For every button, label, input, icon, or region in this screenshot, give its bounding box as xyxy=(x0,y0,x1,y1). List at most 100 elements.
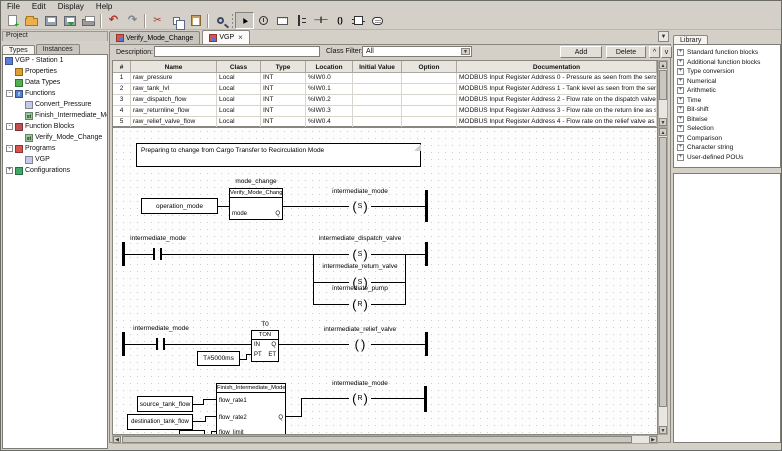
cell-location[interactable]: %IW0.0 xyxy=(306,73,353,84)
pin-et[interactable]: ET xyxy=(268,352,276,358)
paste-button[interactable] xyxy=(186,12,205,29)
col-option[interactable]: Option xyxy=(402,61,457,73)
library-item-numerical[interactable]: + Numerical xyxy=(674,77,780,87)
expand-icon[interactable]: + xyxy=(677,49,684,57)
contact[interactable] xyxy=(156,338,158,350)
right-power-rail[interactable] xyxy=(424,386,427,412)
cell-class[interactable]: Local xyxy=(217,106,261,117)
chevron-down-icon[interactable]: ▼ xyxy=(461,48,470,55)
variable-box-operation-mode[interactable]: operation_mode xyxy=(141,198,218,214)
description-input[interactable] xyxy=(154,46,320,57)
right-power-rail[interactable] xyxy=(425,332,428,356)
cell-type[interactable]: INT xyxy=(261,73,306,84)
cell-doc[interactable]: MODBUS Input Register Address 2 - Flow r… xyxy=(457,95,657,106)
block-finish-intermediate-mode[interactable]: Finish_Intermediate_Mode flow_rate1 flow… xyxy=(216,383,286,434)
library-item-bitwise[interactable]: + Bitwise xyxy=(674,115,780,125)
scrollbar-thumb[interactable] xyxy=(122,436,632,443)
redo-button[interactable]: ↷ xyxy=(123,12,142,29)
set-coil-intermediate-mode[interactable]: S xyxy=(349,199,371,213)
cell-name[interactable]: raw_tank_lvl xyxy=(131,84,217,95)
tree-item-function-blocks[interactable]: - Function Blocks xyxy=(3,121,107,132)
block-ton-timer[interactable]: TON IN Q PT ET xyxy=(251,330,279,362)
contact-tool-button[interactable]: ⊣⊢ xyxy=(311,12,330,29)
tab-list-chevron-button[interactable]: ▼ xyxy=(658,31,669,42)
scroll-down-icon[interactable]: ▼ xyxy=(659,118,667,126)
canvas-horizontal-scrollbar[interactable]: ◀ ▶ xyxy=(112,435,658,444)
cell-location[interactable]: %IW0.3 xyxy=(306,106,353,117)
contact[interactable] xyxy=(153,248,155,260)
library-item-character-string[interactable]: + Character string xyxy=(674,143,780,153)
library-item-time[interactable]: + Time xyxy=(674,96,780,106)
collapse-icon[interactable]: - xyxy=(6,123,13,130)
expand-icon[interactable]: + xyxy=(677,77,684,85)
scroll-up-icon[interactable]: ▲ xyxy=(659,61,667,69)
right-power-rail[interactable] xyxy=(425,190,428,222)
print-button[interactable] xyxy=(79,12,98,29)
variable-box-destination-tank-flow[interactable]: destination_tank_flow xyxy=(127,414,193,430)
cell-initial[interactable] xyxy=(353,106,402,117)
table-row[interactable]: 4 raw_returnline_flow Local INT %IW0.3 M… xyxy=(113,106,657,117)
tree-item-root[interactable]: VGP - Station 1 xyxy=(3,55,107,66)
scroll-down-icon[interactable]: ▼ xyxy=(659,426,667,434)
undo-button[interactable]: ↶ xyxy=(104,12,123,29)
cell-name[interactable]: raw_returnline_flow xyxy=(131,106,217,117)
cell-name[interactable]: raw_pressure xyxy=(131,73,217,84)
cell-type[interactable]: INT xyxy=(261,84,306,95)
cell-initial[interactable] xyxy=(353,73,402,84)
table-row[interactable]: 1 raw_pressure Local INT %IW0.0 MODBUS I… xyxy=(113,73,657,84)
library-item-additional-function-blocks[interactable]: + Additional function blocks xyxy=(674,58,780,68)
expand-icon[interactable]: + xyxy=(6,167,13,174)
scroll-right-icon[interactable]: ▶ xyxy=(649,436,657,443)
add-variable-button[interactable]: Add xyxy=(560,46,602,58)
search-button[interactable] xyxy=(211,12,230,29)
cell-class[interactable]: Local xyxy=(217,84,261,95)
tree-item-functions[interactable]: - f Functions xyxy=(3,88,107,99)
pin-q[interactable]: Q xyxy=(271,342,276,348)
tree-item-properties[interactable]: Properties xyxy=(3,66,107,77)
menu-display[interactable]: Display xyxy=(52,2,90,11)
variable-box-source-tank-flow[interactable]: source_tank_flow xyxy=(137,396,193,412)
expand-icon[interactable]: + xyxy=(677,106,684,114)
col-initial-value[interactable]: Initial Value xyxy=(353,61,402,73)
tree-item-convert-pressure[interactable]: Convert_Pressure xyxy=(3,99,107,110)
tab-vgp[interactable]: VGP × xyxy=(202,30,250,44)
open-button[interactable] xyxy=(22,12,41,29)
library-item-arithmetic[interactable]: + Arithmetic xyxy=(674,86,780,96)
cell-location[interactable]: %IW0.2 xyxy=(306,95,353,106)
pin-flow-rate1[interactable]: flow_rate1 xyxy=(219,398,247,404)
select-tool-button[interactable]: ▲ xyxy=(235,12,254,29)
cell-option[interactable] xyxy=(402,73,457,84)
menu-help[interactable]: Help xyxy=(90,2,118,11)
expand-icon[interactable]: + xyxy=(677,134,684,142)
comment-tool-button[interactable] xyxy=(273,12,292,29)
new-file-button[interactable] xyxy=(3,12,22,29)
class-filter-dropdown[interactable]: All ▼ xyxy=(362,46,472,57)
cell-initial[interactable] xyxy=(353,95,402,106)
cell-doc[interactable]: MODBUS Input Register Address 3 - Flow r… xyxy=(457,106,657,117)
expand-icon[interactable]: + xyxy=(677,58,684,66)
cell-name[interactable]: raw_dispatch_flow xyxy=(131,95,217,106)
motion-tool-button[interactable] xyxy=(254,12,273,29)
close-tab-icon[interactable]: × xyxy=(238,33,243,42)
block-verify-mode-change[interactable]: Verify_Mode_Change mode Q xyxy=(229,188,283,220)
col-name[interactable]: Name xyxy=(131,61,217,73)
expand-icon[interactable]: + xyxy=(677,68,684,76)
tree-item-configurations[interactable]: + Configurations xyxy=(3,165,107,176)
cell-class[interactable]: Local xyxy=(217,95,261,106)
tab-verify-mode-change[interactable]: Verify_Mode_Change xyxy=(109,31,201,44)
pin-mode[interactable]: mode xyxy=(232,211,247,217)
right-power-rail[interactable] xyxy=(425,242,428,266)
cell-option[interactable] xyxy=(402,95,457,106)
expand-icon[interactable]: + xyxy=(677,125,684,133)
library-item-type-conversion[interactable]: + Type conversion xyxy=(674,67,780,77)
cut-button[interactable]: ✂ xyxy=(148,12,167,29)
expand-icon[interactable]: + xyxy=(677,87,684,95)
col-class[interactable]: Class xyxy=(217,61,261,73)
save-button[interactable] xyxy=(41,12,60,29)
tree-item-finish-intermediate-mode[interactable]: st Finish_Intermediate_Mode xyxy=(3,110,107,121)
canvas-vertical-scrollbar[interactable]: ▲ ▼ xyxy=(658,127,668,435)
pin-q[interactable]: Q xyxy=(275,211,280,217)
tab-instances[interactable]: Instances xyxy=(35,44,80,54)
expand-icon[interactable]: + xyxy=(677,115,684,123)
collapse-icon[interactable]: - xyxy=(6,145,13,152)
